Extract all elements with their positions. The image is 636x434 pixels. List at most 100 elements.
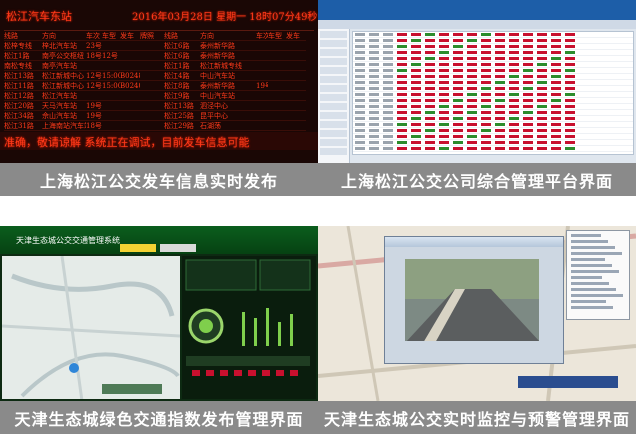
sidebar-menu-item[interactable] [320, 85, 347, 92]
led-cell: 18号 [86, 122, 102, 131]
tree-node[interactable] [571, 294, 623, 297]
table-cell [509, 69, 519, 72]
sidebar-menu-item[interactable] [320, 67, 347, 74]
table-cell [551, 93, 561, 96]
table-cell [425, 87, 435, 90]
led-cell [140, 91, 164, 101]
table-cell [383, 45, 393, 48]
tree-node[interactable] [571, 252, 622, 255]
table-cell [397, 147, 407, 150]
table-cell [481, 147, 491, 150]
table-cell [467, 87, 477, 90]
table-cell [467, 141, 477, 144]
table-cell [355, 93, 365, 96]
table-cell [551, 81, 561, 84]
led-cell [256, 101, 268, 111]
table-cell [481, 135, 491, 138]
table-cell [411, 81, 421, 84]
led-cell [286, 71, 306, 81]
table-cell [355, 99, 365, 102]
table-cell [439, 63, 449, 66]
table-cell [481, 105, 491, 108]
table-cell [523, 135, 533, 138]
tree-node[interactable] [571, 264, 612, 267]
table-cell [425, 63, 435, 66]
platform-data-table [352, 31, 634, 155]
led-header-cell: 牌照 [140, 31, 164, 41]
table-cell [551, 45, 561, 48]
table-cell [523, 39, 533, 42]
led-cell: 泗泾中心 [200, 101, 256, 111]
caption-songjiang-led: 上海松江公交发车信息实时发布 [0, 163, 318, 196]
tree-node[interactable] [571, 276, 602, 279]
sidebar-menu-item[interactable] [320, 49, 347, 56]
table-cell [397, 87, 407, 90]
tree-node[interactable] [571, 258, 605, 261]
sidebar-menu-item[interactable] [320, 148, 347, 155]
led-cell [268, 41, 286, 51]
led-cell: 松江9路 [164, 91, 200, 101]
table-cell [397, 111, 407, 114]
sidebar-menu-item[interactable] [320, 94, 347, 101]
tree-node[interactable] [571, 306, 613, 309]
sidebar-menu-item[interactable] [320, 103, 347, 110]
table-cell [453, 75, 463, 78]
vehicle-tree-panel [566, 230, 630, 320]
led-cell: 松江13路 [164, 101, 200, 111]
table-cell [383, 99, 393, 102]
panel-bus-monitoring: 天津生态城公交实时监控与预警管理界面 [318, 226, 636, 434]
sidebar-menu-item[interactable] [320, 112, 347, 119]
panel-led-board: 松江汽车东站 2016年03月28日 星期一 18时07分49秒 线路 方向 车次车… [0, 0, 318, 196]
table-cell [537, 93, 547, 96]
table-cell [481, 141, 491, 144]
table-cell [551, 117, 561, 120]
led-cell: 15:00 [102, 81, 120, 91]
table-cell [453, 111, 463, 114]
tree-node[interactable] [571, 246, 615, 249]
sidebar-menu-item[interactable] [320, 31, 347, 38]
sidebar-menu-item[interactable] [320, 58, 347, 65]
tree-node[interactable] [571, 240, 608, 243]
table-cell [551, 69, 561, 72]
tree-node[interactable] [571, 300, 606, 303]
eco-tab-yellow [120, 244, 156, 252]
led-header-cell: 线路 [4, 31, 42, 41]
table-cell [411, 87, 421, 90]
tree-node[interactable] [571, 282, 609, 285]
sidebar-menu-item[interactable] [320, 121, 347, 128]
table-cell [369, 57, 379, 60]
table-cell [411, 75, 421, 78]
led-cell: 南亭公交枢纽 [42, 52, 86, 61]
table-cell [369, 117, 379, 120]
table-cell [383, 57, 393, 60]
table-cell [453, 117, 463, 120]
sidebar-menu-item[interactable] [320, 130, 347, 137]
table-cell [467, 57, 477, 60]
table-cell [439, 45, 449, 48]
led-cell [256, 91, 268, 101]
sidebar-menu-item[interactable] [320, 76, 347, 83]
sidebar-menu-item[interactable] [320, 40, 347, 47]
table-cell [481, 111, 491, 114]
led-cell [268, 111, 286, 121]
table-cell [537, 105, 547, 108]
tree-node[interactable] [571, 270, 619, 273]
table-row[interactable] [353, 146, 633, 152]
led-cell [102, 101, 120, 111]
table-cell [481, 75, 491, 78]
table-cell [495, 57, 505, 60]
table-cell [383, 129, 393, 132]
tree-node[interactable] [571, 288, 616, 291]
table-cell [509, 63, 519, 66]
table-cell [551, 111, 561, 114]
table-cell [467, 39, 477, 42]
led-cell [120, 41, 140, 51]
table-cell [467, 129, 477, 132]
sidebar-menu-item[interactable] [320, 139, 347, 146]
tree-node[interactable] [571, 234, 601, 237]
led-cell [140, 51, 164, 61]
table-cell [523, 93, 533, 96]
table-cell [467, 69, 477, 72]
led-cell: 泰州新华路 [200, 81, 256, 91]
table-cell [453, 123, 463, 126]
